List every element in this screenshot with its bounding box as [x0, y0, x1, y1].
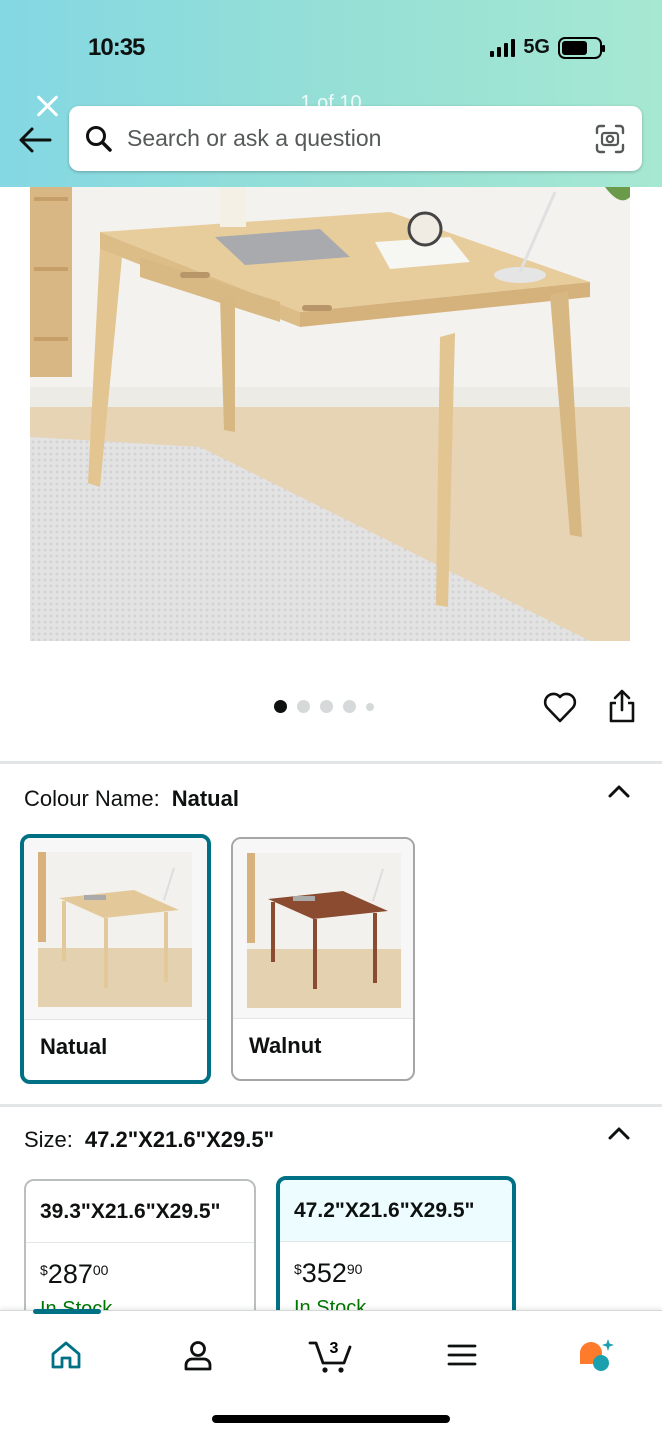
- selected-size: 47.2"X21.6"X29.5": [84, 1127, 275, 1152]
- header: 10:35 5G 1 of 10 Search or ask a questio…: [0, 0, 662, 187]
- search-bar[interactable]: Search or ask a question: [69, 106, 642, 171]
- home-indicator: [212, 1415, 450, 1423]
- size-dimensions: 39.3"X21.6"X29.5": [26, 1181, 254, 1243]
- carousel-dot[interactable]: [366, 702, 374, 711]
- divider: [0, 761, 662, 764]
- colour-option-label: Walnut: [249, 1033, 322, 1058]
- colour-option-label: Natual: [40, 1034, 108, 1059]
- battery-icon: [558, 36, 605, 59]
- cart-count: 3: [330, 1340, 339, 1357]
- account-icon[interactable]: [176, 1333, 220, 1377]
- heart-icon[interactable]: [542, 690, 578, 724]
- status-time: 10:35: [88, 34, 145, 61]
- colour-option-walnut[interactable]: Walnut: [231, 837, 415, 1081]
- active-tab-indicator: [33, 1309, 101, 1314]
- carousel-dot[interactable]: [343, 700, 356, 713]
- chevron-up-icon[interactable]: [608, 784, 630, 798]
- size-option-47-2[interactable]: 47.2"X21.6"X29.5" $35290 In Stock: [276, 1176, 516, 1329]
- size-dimensions: 47.2"X21.6"X29.5": [280, 1180, 512, 1242]
- share-icon[interactable]: [606, 688, 638, 724]
- network-label: 5G: [523, 36, 550, 58]
- chevron-up-icon[interactable]: [608, 1126, 630, 1140]
- back-arrow-icon[interactable]: [16, 124, 54, 156]
- size-label: Size: 47.2"X21.6"X29.5": [24, 1127, 275, 1152]
- divider: [0, 1104, 662, 1107]
- camera-scan-icon[interactable]: [594, 123, 626, 155]
- signal-icon: [490, 38, 516, 57]
- carousel-dot[interactable]: [297, 700, 310, 713]
- menu-icon[interactable]: [440, 1333, 484, 1377]
- selected-colour: Natual: [171, 786, 239, 811]
- search-icon: [86, 125, 112, 152]
- image-carousel-dots[interactable]: [274, 700, 374, 713]
- carousel-dot[interactable]: [274, 700, 287, 713]
- price: $35290: [294, 1258, 363, 1288]
- desk-thumbnail: [24, 838, 207, 1020]
- colour-option-natual[interactable]: Natual: [20, 834, 211, 1084]
- size-option-39-3[interactable]: 39.3"X21.6"X29.5" $28700 In Stock: [24, 1179, 256, 1329]
- price: $28700: [40, 1259, 109, 1289]
- desk-thumbnail: [233, 839, 413, 1019]
- status-icons: 5G: [490, 36, 605, 59]
- rufus-assistant-icon[interactable]: [574, 1333, 618, 1377]
- carousel-dot[interactable]: [320, 700, 333, 713]
- cart-icon[interactable]: 3: [308, 1333, 354, 1377]
- search-input[interactable]: Search or ask a question: [127, 125, 594, 152]
- colour-name-label: Colour Name: Natual: [24, 786, 239, 811]
- bottom-nav: 3: [0, 1309, 662, 1440]
- product-image[interactable]: [30, 187, 630, 641]
- home-icon[interactable]: [44, 1333, 88, 1377]
